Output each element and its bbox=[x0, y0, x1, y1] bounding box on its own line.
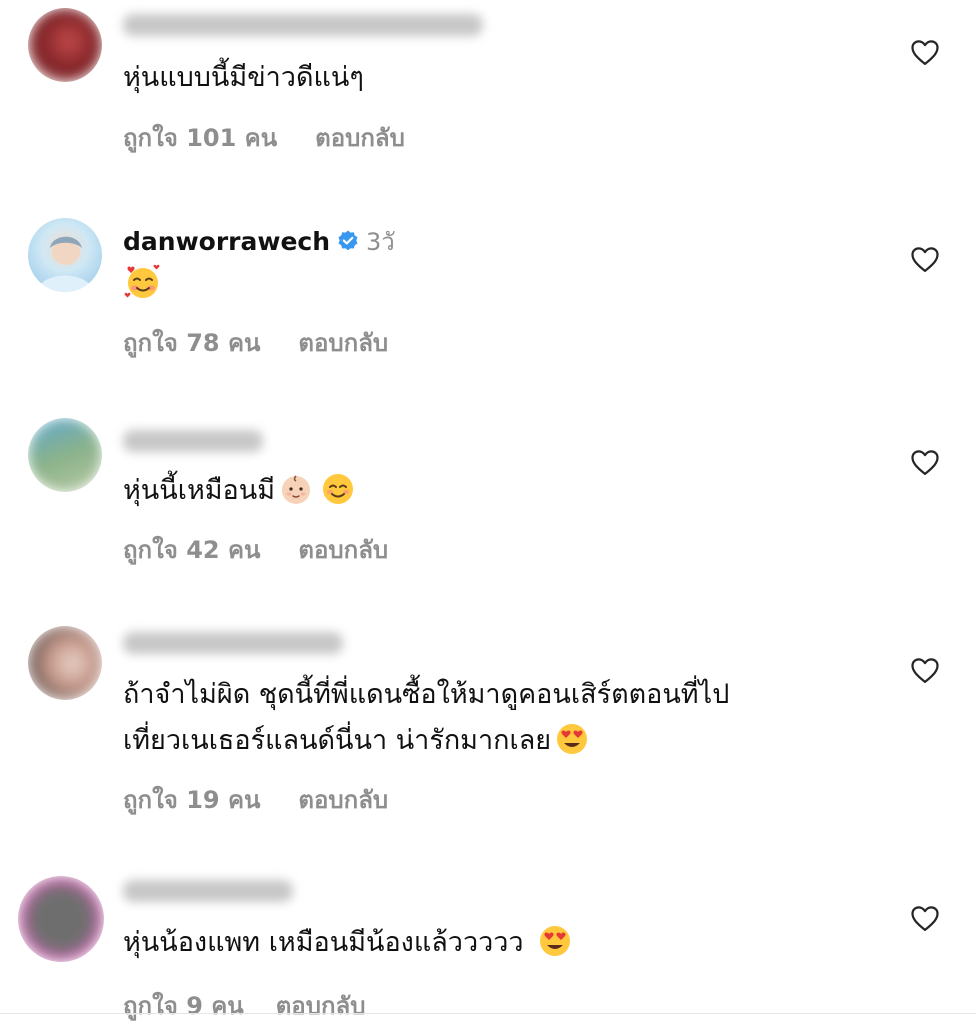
comment-text-line: หุ่นนี้เหมือนมี bbox=[123, 475, 276, 506]
comment-username-row: danworrawech 3วั bbox=[123, 222, 395, 261]
reply-button[interactable]: ตอบกลับ bbox=[298, 536, 388, 564]
likes-count[interactable]: ถูกใจ 42 คน bbox=[123, 536, 260, 564]
baby-icon bbox=[282, 475, 311, 504]
comment-text-line: เที่ยวเนเธอร์แลนด์นี่นา น่ารักมากเลย bbox=[123, 725, 552, 756]
username-redacted bbox=[123, 880, 293, 902]
username-redacted bbox=[123, 430, 263, 452]
likes-count[interactable]: ถูกใจ 78 คน bbox=[123, 329, 260, 357]
comment-username[interactable]: danworrawech bbox=[123, 227, 330, 256]
like-heart-icon[interactable] bbox=[910, 656, 940, 684]
comment-meta: ถูกใจ 42 คน ตอบกลับ bbox=[123, 530, 388, 569]
comment-text-line: หุ่นแบบนี้มีข่าวดีแน่ๆ bbox=[123, 62, 364, 93]
comment-meta: ถูกใจ 19 คน ตอบกลับ bbox=[123, 780, 388, 819]
comment-text: หุ่นแบบนี้มีข่าวดีแน่ๆ bbox=[123, 55, 364, 101]
avatar[interactable] bbox=[28, 418, 102, 492]
bottom-divider bbox=[0, 1013, 976, 1014]
username-redacted bbox=[123, 14, 483, 36]
comment-text-line-wrap: เที่ยวเนเธอร์แลนด์นี่นา น่ารักมากเลย bbox=[123, 718, 729, 764]
avatar[interactable] bbox=[18, 876, 104, 962]
comment-meta: ถูกใจ 78 คน ตอบกลับ bbox=[123, 323, 388, 362]
heart-eyes-icon bbox=[557, 724, 588, 754]
likes-count[interactable]: ถูกใจ 19 คน bbox=[123, 786, 260, 814]
comment-text bbox=[123, 262, 163, 310]
comment-meta: ถูกใจ 101 คน ตอบกลับ bbox=[123, 118, 405, 157]
comment-time: 3วั bbox=[366, 228, 395, 256]
avatar[interactable] bbox=[28, 8, 102, 82]
comments-page: หุ่นแบบนี้มีข่าวดีแน่ๆ ถูกใจ 101 คนตอบกล… bbox=[0, 0, 976, 1024]
like-heart-icon[interactable] bbox=[910, 245, 940, 273]
reply-button[interactable]: ตอบกลับ bbox=[298, 786, 388, 814]
comment-text-line: หุ่นน้องแพท เหมือนมีน้องแล้ววววว bbox=[123, 927, 524, 958]
smiling-face-icon bbox=[323, 474, 354, 504]
comment-text: หุ่นน้องแพท เหมือนมีน้องแล้ววววว bbox=[123, 920, 572, 966]
comment-meta: ถูกใจ 9 คน ตอบกลับ bbox=[123, 986, 365, 1024]
smiling-face-with-hearts-icon bbox=[124, 264, 160, 298]
comment-text: ถ้าจำไม่ผิด ชุดนี้ที่พี่แดนซื้อให้มาดูคอ… bbox=[123, 672, 729, 764]
reply-button[interactable]: ตอบกลับ bbox=[315, 124, 405, 152]
username-redacted bbox=[123, 632, 343, 654]
like-heart-icon[interactable] bbox=[910, 448, 940, 476]
like-heart-icon[interactable] bbox=[910, 38, 940, 66]
comment-text: หุ่นนี้เหมือนมี bbox=[123, 468, 355, 514]
likes-count[interactable]: ถูกใจ 9 คน bbox=[123, 992, 244, 1020]
avatar[interactable] bbox=[28, 218, 102, 292]
verified-badge-icon bbox=[338, 230, 358, 251]
reply-button[interactable]: ตอบกลับ bbox=[298, 329, 388, 357]
like-heart-icon[interactable] bbox=[910, 904, 940, 932]
avatar[interactable] bbox=[28, 626, 102, 700]
comment-text-line: ถ้าจำไม่ผิด ชุดนี้ที่พี่แดนซื้อให้มาดูคอ… bbox=[123, 679, 730, 710]
heart-eyes-icon bbox=[539, 926, 570, 956]
likes-count[interactable]: ถูกใจ 101 คน bbox=[123, 124, 277, 152]
reply-button[interactable]: ตอบกลับ bbox=[276, 992, 366, 1020]
